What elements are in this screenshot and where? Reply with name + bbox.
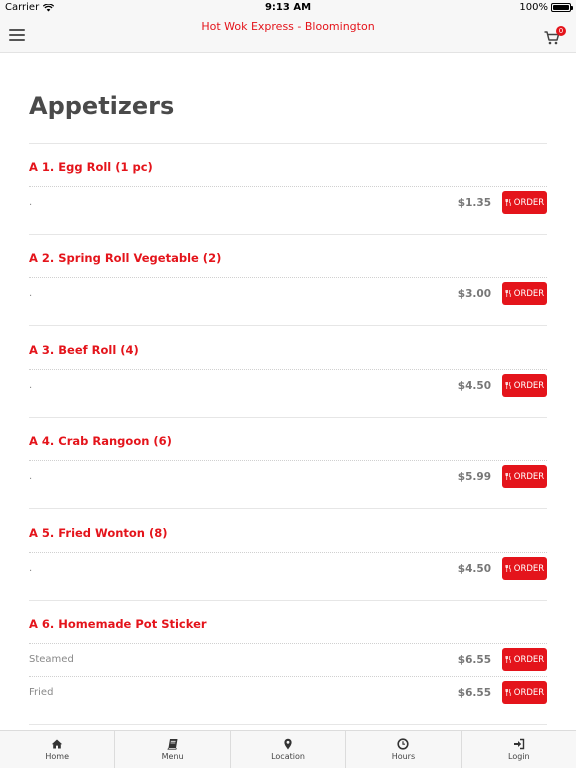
item-option-row: . $4.50 ORDER: [29, 557, 547, 581]
item-name: A 6. Homemade Pot Sticker: [29, 617, 207, 631]
order-button[interactable]: ORDER: [502, 557, 547, 580]
menu-content[interactable]: Appetizers A 1. Egg Roll (1 pc) . $1.35 …: [0, 54, 576, 730]
utensils-icon: [505, 382, 511, 389]
status-time: 9:13 AM: [264, 2, 312, 13]
item-name: A 3. Beef Roll (4): [29, 343, 139, 357]
menu-item: A 3. Beef Roll (4) . $4.50 ORDER: [29, 343, 547, 418]
item-name: A 2. Spring Roll Vegetable (2): [29, 251, 222, 265]
dotted-divider: [29, 676, 547, 677]
tab-label: Location: [271, 752, 305, 761]
option-label: .: [29, 471, 33, 482]
item-option-row: . $1.35 ORDER: [29, 191, 547, 215]
item-name: A 4. Crab Rangoon (6): [29, 434, 172, 448]
option-price: $4.50: [457, 563, 491, 575]
option-price: $6.55: [457, 654, 491, 666]
divider: [29, 417, 547, 418]
divider: [29, 234, 547, 235]
order-button[interactable]: ORDER: [502, 282, 547, 305]
order-button-label: ORDER: [513, 563, 545, 574]
order-button-label: ORDER: [513, 380, 545, 391]
option-price: $4.50: [457, 380, 491, 392]
nav-bar: Hot Wok Express - Bloomington 0: [0, 16, 576, 53]
menu-item: A 2. Spring Roll Vegetable (2) . $3.00 O…: [29, 251, 547, 326]
order-button-label: ORDER: [513, 687, 545, 698]
option-label: Fried: [29, 687, 54, 698]
tab-location[interactable]: Location: [231, 731, 347, 768]
option-label: Steamed: [29, 654, 74, 665]
order-button-label: ORDER: [513, 654, 545, 665]
menu-item: A 1. Egg Roll (1 pc) . $1.35 ORDER: [29, 160, 547, 235]
option-label: .: [29, 563, 33, 574]
utensils-icon: [505, 199, 511, 206]
cart-count-badge: 0: [556, 26, 566, 36]
page-title: Appetizers: [29, 92, 175, 120]
bottom-tab-bar: Home Menu Location Hours Login: [0, 730, 576, 768]
order-button[interactable]: ORDER: [502, 648, 547, 671]
battery-percent: 100%: [519, 2, 548, 13]
utensils-icon: [505, 565, 511, 572]
tab-home[interactable]: Home: [0, 731, 116, 768]
option-label: .: [29, 288, 33, 299]
tab-label: Login: [508, 752, 530, 761]
item-option-row: Steamed $6.55 ORDER: [29, 648, 547, 672]
divider: [29, 143, 547, 144]
utensils-icon: [505, 473, 511, 480]
tab-label: Menu: [161, 752, 184, 761]
battery-icon: [551, 3, 573, 12]
cart-button[interactable]: 0: [542, 26, 566, 48]
dotted-divider: [29, 552, 547, 553]
tab-menu[interactable]: Menu: [115, 731, 231, 768]
home-icon: [52, 739, 63, 749]
option-price: $5.99: [457, 471, 491, 483]
divider: [29, 600, 547, 601]
dotted-divider: [29, 643, 547, 644]
divider: [29, 508, 547, 509]
utensils-icon: [505, 290, 511, 297]
option-label: .: [29, 380, 33, 391]
item-name: A 5. Fried Wonton (8): [29, 526, 168, 540]
divider: [29, 325, 547, 326]
battery-info: 100%: [519, 2, 573, 13]
tab-login[interactable]: Login: [462, 731, 576, 768]
item-option-row: Fried $6.55 ORDER: [29, 681, 547, 705]
dotted-divider: [29, 460, 547, 461]
order-button[interactable]: ORDER: [502, 374, 547, 397]
item-option-row: . $4.50 ORDER: [29, 374, 547, 398]
tab-hours[interactable]: Hours: [346, 731, 462, 768]
order-button-label: ORDER: [513, 288, 545, 299]
status-bar: Carrier 9:13 AM 100%: [0, 0, 576, 16]
book-icon: [167, 739, 178, 750]
dotted-divider: [29, 186, 547, 187]
login-icon: [513, 738, 525, 750]
utensils-icon: [505, 656, 511, 663]
order-button[interactable]: ORDER: [502, 681, 547, 704]
order-button[interactable]: ORDER: [502, 465, 547, 488]
dotted-divider: [29, 277, 547, 278]
tab-label: Hours: [391, 752, 416, 761]
item-option-row: . $5.99 ORDER: [29, 465, 547, 489]
clock-icon: [397, 738, 410, 750]
option-label: .: [29, 197, 33, 208]
option-price: $6.55: [457, 687, 491, 699]
menu-item: A 6. Homemade Pot Sticker Steamed $6.55 …: [29, 617, 547, 727]
restaurant-title: Hot Wok Express - Bloomington: [201, 20, 375, 33]
map-pin-icon: [284, 738, 292, 750]
item-option-row: . $3.00 ORDER: [29, 282, 547, 306]
option-price: $3.00: [457, 288, 491, 300]
utensils-icon: [505, 689, 511, 696]
order-button-label: ORDER: [513, 471, 545, 482]
divider: [29, 724, 547, 725]
order-button-label: ORDER: [513, 197, 545, 208]
menu-item: A 4. Crab Rangoon (6) . $5.99 ORDER: [29, 434, 547, 509]
item-name: A 1. Egg Roll (1 pc): [29, 160, 153, 174]
order-button[interactable]: ORDER: [502, 191, 547, 214]
dotted-divider: [29, 369, 547, 370]
tab-label: Home: [45, 752, 70, 761]
option-price: $1.35: [457, 197, 491, 209]
menu-item: A 5. Fried Wonton (8) . $4.50 ORDER: [29, 526, 547, 601]
